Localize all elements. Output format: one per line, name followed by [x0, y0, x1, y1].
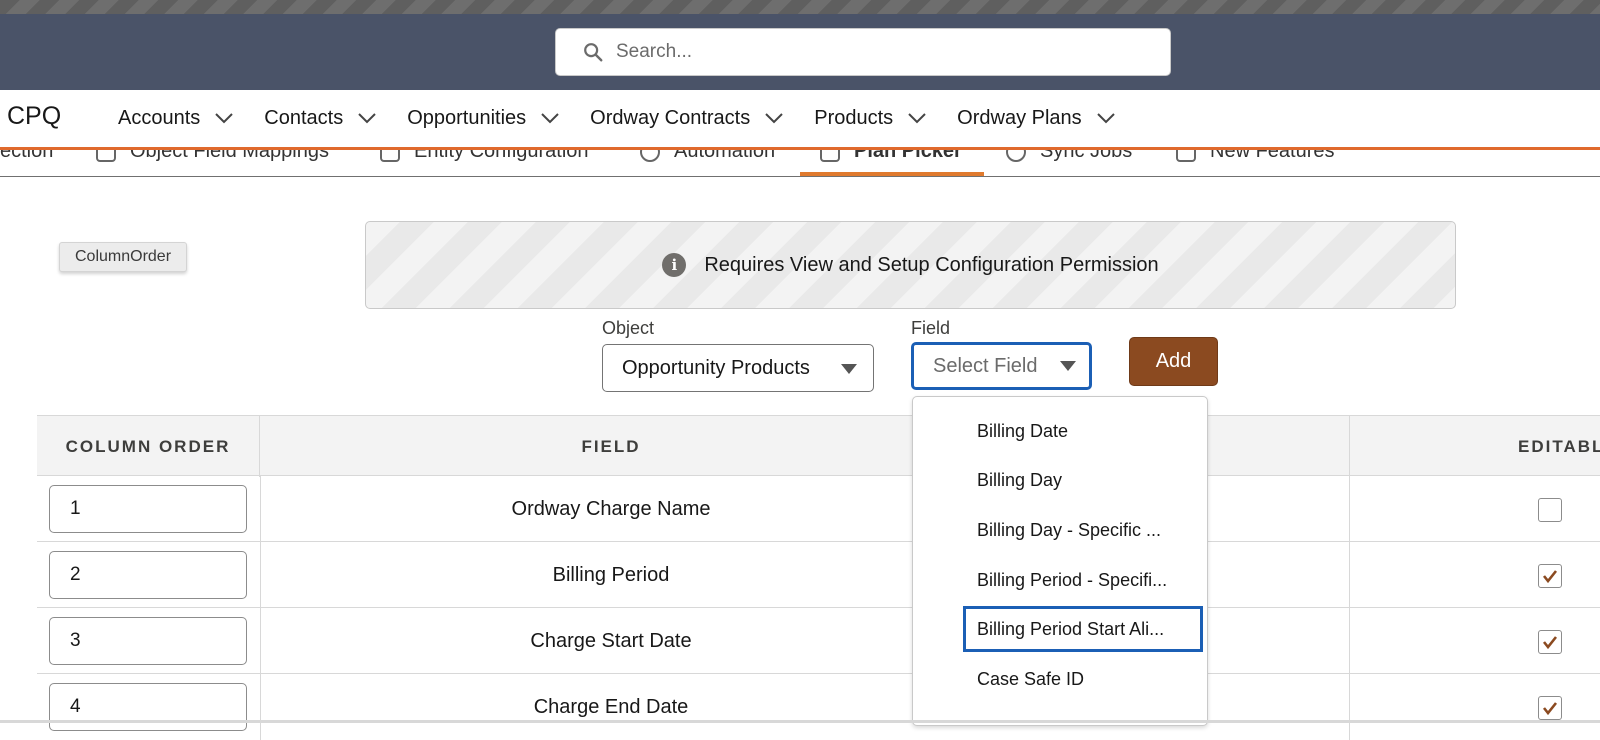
notice-text: Requires View and Setup Configuration Pe…	[704, 253, 1159, 276]
order-input[interactable]: 1	[49, 485, 247, 533]
cell-divider	[1349, 476, 1350, 542]
top-stripe	[0, 0, 1600, 14]
dropdown-option[interactable]: Billing Day	[963, 457, 1203, 503]
active-tab-indicator	[800, 172, 984, 176]
chevron-down-icon[interactable]	[540, 112, 560, 124]
nav-item-label: Accounts	[118, 106, 201, 129]
tab-label: ection	[0, 150, 54, 162]
column-header-editable[interactable]: EDITABLE	[1349, 416, 1600, 477]
caret-down-icon	[841, 364, 857, 374]
chevron-down-icon[interactable]	[764, 112, 784, 124]
checkmark-icon	[1542, 702, 1558, 716]
nav-item-opportunities[interactable]: Opportunities	[407, 107, 560, 130]
permission-notice: i Requires View and Setup Configuration …	[365, 221, 1456, 309]
nav-item-label: Opportunities	[407, 106, 527, 129]
order-input[interactable]: 3	[49, 617, 247, 665]
field-name-cell: Billing Period	[552, 563, 670, 586]
object-select-value: Opportunity Products	[622, 356, 810, 379]
search-input[interactable]: Search...	[616, 41, 692, 63]
dropdown-option[interactable]: Billing Period - Specifi...	[963, 557, 1203, 603]
tab-label: Sync Jobs	[1040, 150, 1133, 162]
global-search[interactable]: Search...	[555, 28, 1171, 76]
field-dropdown-listbox: Billing Date Billing Day Billing Day - S…	[912, 396, 1208, 726]
order-input[interactable]: 4	[49, 683, 247, 731]
tab-sync-jobs[interactable]: Sync Jobs	[1006, 150, 1132, 163]
field-select[interactable]: Select Field	[911, 342, 1092, 390]
table-row: 1 Ordway Charge Name	[37, 476, 1600, 542]
tab-new-features[interactable]: New Features	[1176, 150, 1335, 163]
nav-item-ordway-contracts[interactable]: Ordway Contracts	[590, 107, 784, 130]
dropdown-option[interactable]: Billing Date	[963, 408, 1203, 454]
tab-connection[interactable]: ection	[0, 150, 53, 163]
table-row: 3 Charge Start Date	[37, 608, 1600, 674]
editable-checkbox[interactable]	[1538, 498, 1562, 522]
gear-icon	[640, 150, 660, 162]
chevron-down-icon[interactable]	[214, 112, 234, 124]
field-name-cell: Charge End Date	[533, 695, 689, 718]
checkmark-icon	[1542, 636, 1558, 650]
tab-label: Object Field Mappings	[130, 150, 329, 162]
tab-entity-configuration[interactable]: Entity Configuration	[380, 150, 589, 163]
mapping-icon	[96, 150, 116, 162]
column-header-field[interactable]: FIELD	[260, 416, 962, 477]
table-row: 4 Charge End Date	[37, 674, 1600, 740]
object-select[interactable]: Opportunity Products	[602, 344, 874, 392]
column-order-pill[interactable]: ColumnOrder	[59, 242, 187, 272]
nav-item-contacts[interactable]: Contacts	[264, 107, 377, 130]
tab-object-field-mappings[interactable]: Object Field Mappings	[96, 150, 329, 163]
nav-item-label: Contacts	[264, 106, 344, 129]
cell-divider	[1349, 674, 1350, 740]
search-icon	[584, 43, 603, 62]
tab-label: Plan Picker	[854, 150, 962, 162]
building-icon	[380, 150, 400, 162]
global-header: Search...	[0, 14, 1600, 90]
info-icon: i	[662, 253, 687, 277]
order-input[interactable]: 2	[49, 551, 247, 599]
caret-down-icon	[1060, 361, 1076, 371]
app-name: CPQ	[7, 102, 62, 130]
dropdown-option[interactable]: Billing Day - Specific ...	[963, 507, 1203, 553]
cell-divider	[1349, 542, 1350, 608]
field-label: Field	[911, 318, 951, 338]
sync-icon	[1006, 150, 1026, 162]
dropdown-option[interactable]: Case Safe ID	[963, 656, 1203, 702]
tab-plan-picker[interactable]: Plan Picker	[820, 150, 962, 163]
tab-label: Automation	[674, 150, 776, 162]
editable-checkbox[interactable]	[1538, 696, 1562, 720]
chevron-down-icon[interactable]	[357, 112, 377, 124]
nav-item-label: Products	[814, 106, 894, 129]
list-icon	[820, 150, 840, 162]
cell-divider	[1349, 608, 1350, 674]
add-button[interactable]: Add	[1129, 337, 1218, 386]
nav-item-accounts[interactable]: Accounts	[118, 107, 234, 130]
settings-subtabs: ection Object Field Mappings Entity Conf…	[0, 150, 1600, 177]
editable-checkbox[interactable]	[1538, 564, 1562, 588]
nav-item-label: Ordway Plans	[957, 106, 1082, 129]
nav-item-label: Ordway Contracts	[590, 106, 751, 129]
editable-checkbox[interactable]	[1538, 630, 1562, 654]
field-name-cell: Ordway Charge Name	[511, 497, 711, 520]
nav-item-products[interactable]: Products	[814, 107, 927, 130]
object-label: Object	[602, 318, 655, 338]
tab-automation[interactable]: Automation	[640, 150, 775, 163]
feature-icon	[1176, 150, 1196, 162]
tab-label: New Features	[1210, 150, 1335, 162]
field-name-cell: Charge Start Date	[530, 629, 692, 652]
field-select-placeholder: Select Field	[933, 354, 1038, 377]
nav-items: Accounts Contacts Opportunities Ordway C…	[118, 90, 1146, 146]
checkmark-icon	[1542, 570, 1558, 584]
app-navbar: CPQ Accounts Contacts Opportunities Ordw…	[0, 90, 1600, 150]
table-row: 2 Billing Period	[37, 542, 1600, 608]
dropdown-option-focused[interactable]: Billing Period Start Ali...	[963, 606, 1203, 652]
nav-item-ordway-plans[interactable]: Ordway Plans	[957, 107, 1116, 130]
tab-label: Entity Configuration	[414, 150, 589, 162]
chevron-down-icon[interactable]	[907, 112, 927, 124]
chevron-down-icon[interactable]	[1096, 112, 1116, 124]
table-header: COLUMN ORDER FIELD EDITABLE	[37, 415, 1600, 477]
column-header-order[interactable]: COLUMN ORDER	[37, 416, 260, 477]
